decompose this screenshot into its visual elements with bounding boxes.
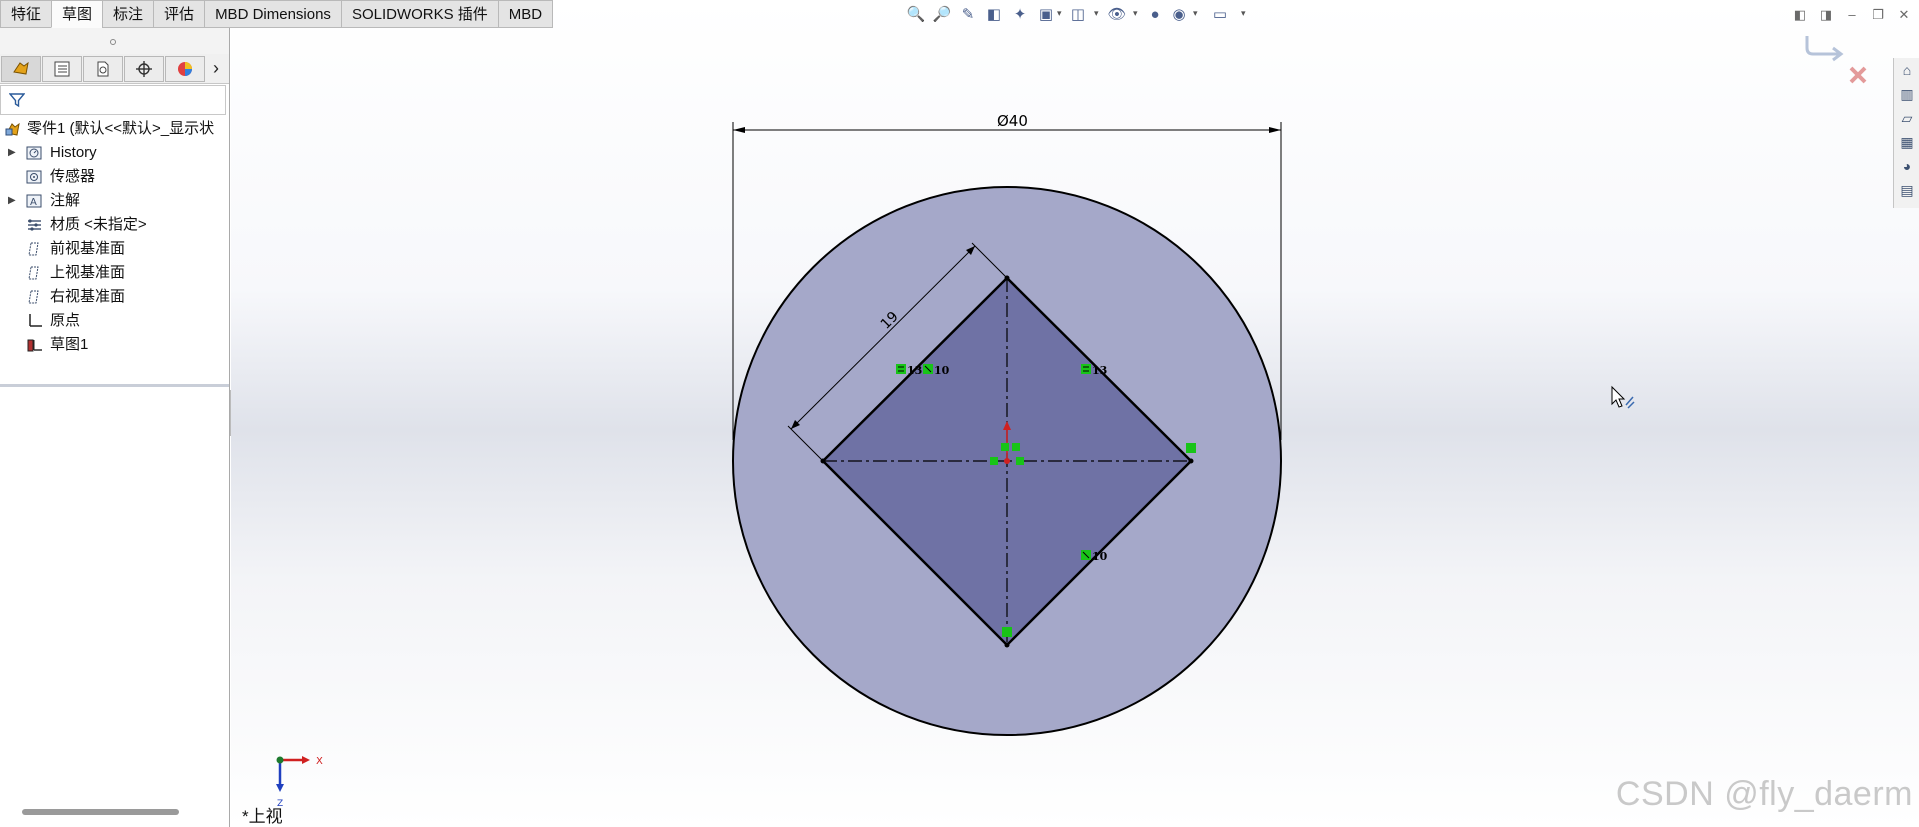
tree-item-sketch1[interactable]: 草图1 [0, 333, 229, 357]
expand-arrow-icon[interactable]: ▶ [8, 141, 16, 165]
sketch-point[interactable] [1188, 458, 1194, 464]
property-manager-tab[interactable] [42, 55, 82, 82]
feature-manager-tab[interactable] [1, 55, 41, 82]
tab-mbd-dimensions[interactable]: MBD Dimensions [204, 0, 341, 28]
view-name-label: *上视 [242, 807, 283, 826]
relation-vertical-marker[interactable] [1186, 443, 1196, 453]
filter-icon [9, 93, 25, 108]
triad-x-label: X [316, 756, 323, 767]
diameter-label[interactable]: Ø40 [997, 112, 1028, 130]
tree-item-origin[interactable]: 原点 [0, 309, 229, 333]
graphics-area[interactable]: 🔍 🔎 ✎ ◧ ✦ ▣ ▾ ◫ ▾ 👁 ▾ ● ◉ ▾ ▭ ▾ ◧ ◨ – ❐ … [231, 0, 1919, 827]
part-icon [5, 122, 20, 136]
dimxpert-tab[interactable] [124, 55, 164, 82]
relation-label: 10 [934, 364, 950, 377]
sketch-point[interactable] [820, 458, 826, 464]
grip-dot-icon [110, 39, 116, 45]
reference-triad [276, 756, 310, 792]
plane-icon [28, 266, 39, 280]
dimxpert-icon [136, 60, 152, 77]
filter-field[interactable] [0, 85, 226, 115]
plane-icon [28, 290, 39, 304]
svg-text:A: A [30, 197, 37, 208]
feature-manager-icon [13, 61, 29, 75]
tab-evaluate[interactable]: 评估 [153, 0, 205, 28]
configuration-manager-tab[interactable] [83, 55, 123, 82]
relation-horizontal-marker[interactable] [1002, 627, 1012, 637]
tree-item-top-plane[interactable]: 上视基准面 [0, 261, 229, 285]
display-manager-tab[interactable] [165, 55, 205, 82]
sketch-point[interactable] [1004, 642, 1010, 648]
tree-root-part[interactable]: 零件1 (默认<<默认>_显示状 [0, 117, 229, 141]
panel-grip[interactable] [0, 28, 229, 54]
tree-item-material[interactable]: 材质 <未指定> [0, 213, 229, 237]
panel-tabs: › [0, 54, 229, 84]
tree-item-sensors[interactable]: 传感器 [0, 165, 229, 189]
sketch-point[interactable] [1004, 275, 1010, 281]
sketch-icon [27, 339, 42, 352]
sketch-canvas: Ø40 19 13 10 13 10 X Z [276, 112, 1635, 809]
tree-item-history[interactable]: ▶ History [0, 141, 229, 165]
relation-equal-marker[interactable] [896, 364, 906, 374]
plane-icon [28, 242, 39, 256]
tree-separator[interactable] [0, 384, 229, 387]
tab-solidworks-addins[interactable]: SOLIDWORKS 插件 [340, 0, 498, 28]
tab-features[interactable]: 特征 [0, 0, 52, 28]
material-icon [28, 219, 41, 231]
relation-parallel-marker[interactable] [923, 364, 933, 374]
relation-equal-marker[interactable] [1081, 364, 1091, 374]
watermark: CSDN @fly_daerm [1615, 775, 1913, 813]
tab-mbd[interactable]: MBD [497, 0, 554, 28]
history-icon [26, 146, 42, 160]
relation-label: 13 [907, 364, 922, 377]
feature-manager-panel: › 零件1 (默认<<默认>_显示状 ▶ History 传感器 ▶ A 注解 … [0, 28, 230, 827]
command-manager-tabs: 特征 草图 标注 评估 MBD Dimensions SOLIDWORKS 插件… [0, 0, 554, 28]
tab-markup[interactable]: 标注 [102, 0, 154, 28]
expand-arrow-icon[interactable]: ▶ [8, 189, 16, 213]
feature-tree: 零件1 (默认<<默认>_显示状 ▶ History 传感器 ▶ A 注解 材质… [0, 117, 229, 357]
tab-sketch[interactable]: 草图 [51, 0, 103, 28]
property-manager-icon [54, 61, 70, 76]
origin-icon [29, 314, 42, 327]
annotations-icon: A [26, 194, 42, 208]
tree-item-right-plane[interactable]: 右视基准面 [0, 285, 229, 309]
sensor-icon [26, 170, 42, 184]
relation-label: 10 [1092, 550, 1108, 563]
tree-item-front-plane[interactable]: 前视基准面 [0, 237, 229, 261]
tree-item-annotations[interactable]: ▶ A 注解 [0, 189, 229, 213]
relation-parallel-marker[interactable] [1081, 550, 1091, 560]
mouse-cursor-icon [1611, 385, 1635, 409]
display-manager-icon [178, 61, 192, 76]
chevron-right-icon[interactable]: › [213, 58, 219, 79]
configuration-manager-icon [97, 61, 109, 76]
relation-label: 13 [1092, 364, 1107, 377]
horizontal-scrollbar[interactable] [22, 809, 179, 815]
